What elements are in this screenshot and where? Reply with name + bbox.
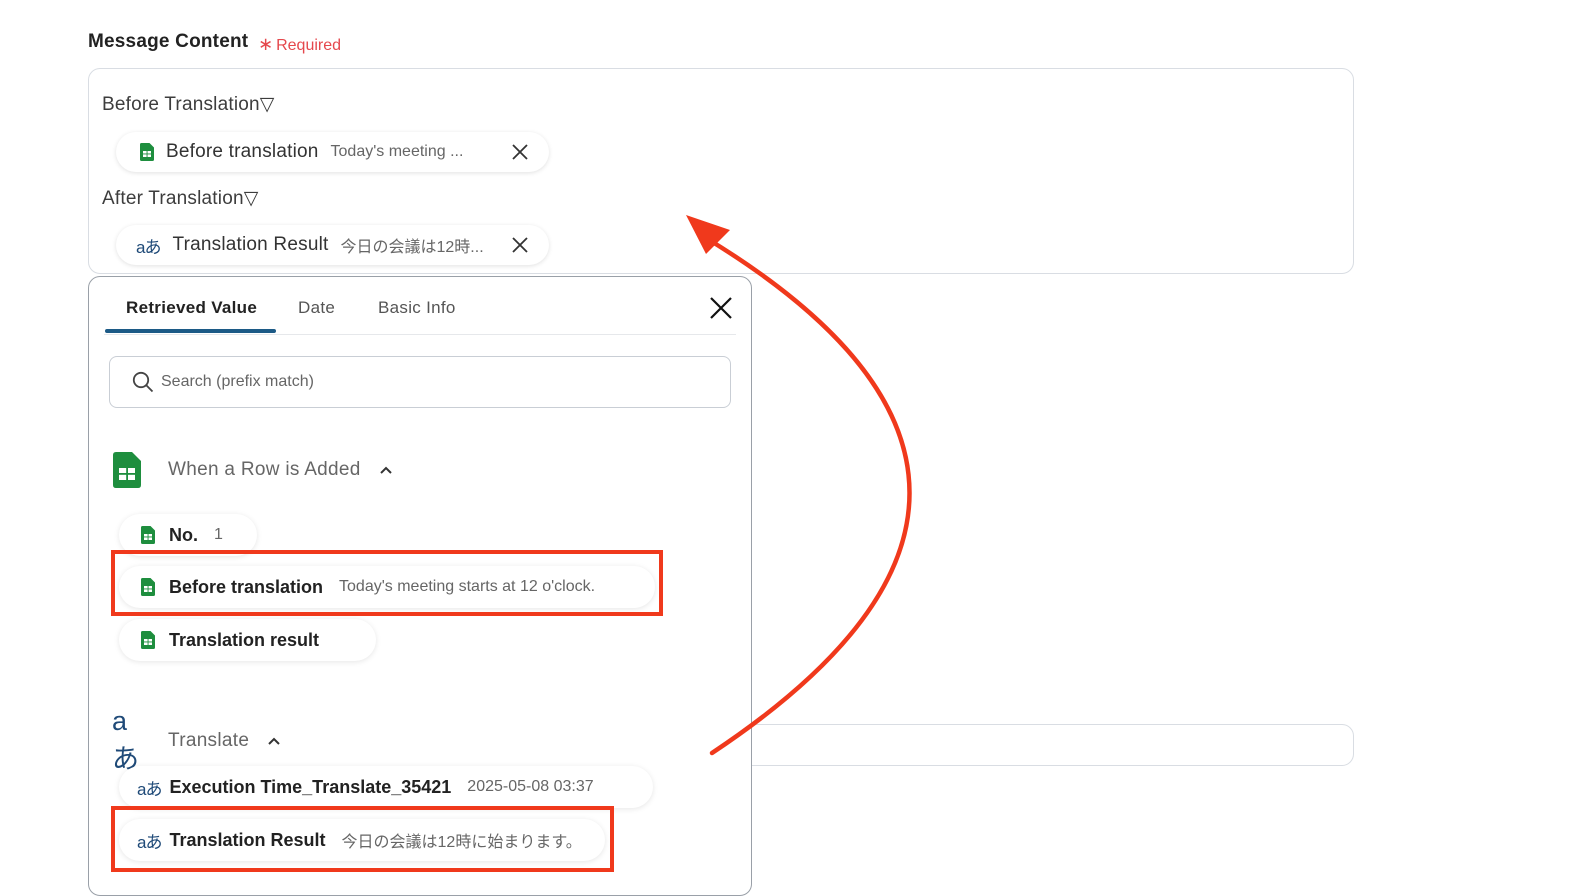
annotation-arrow [686, 215, 912, 756]
